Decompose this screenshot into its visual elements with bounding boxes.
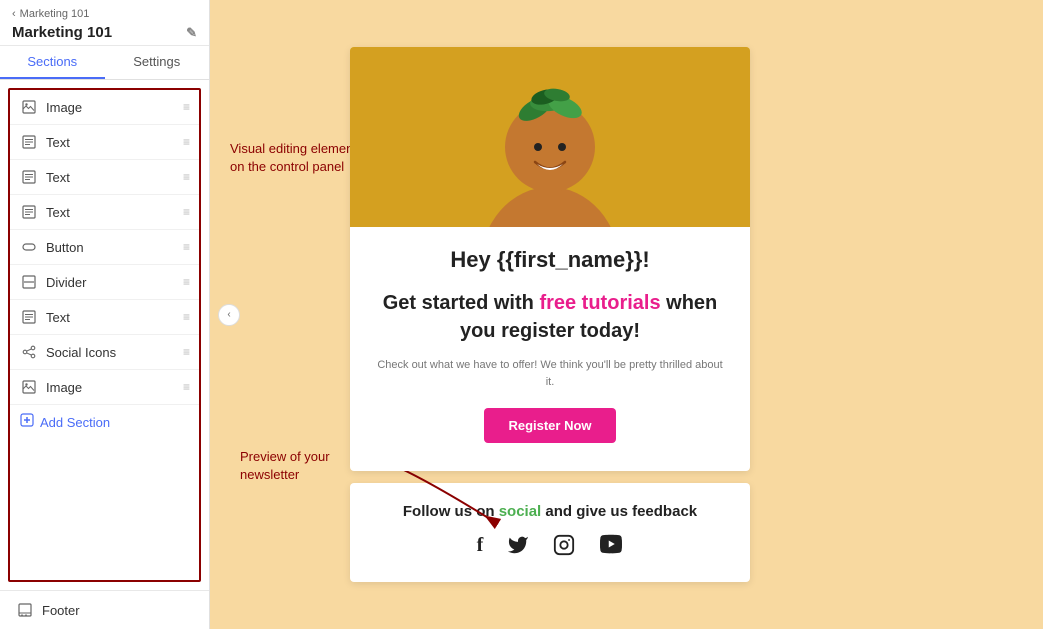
- section-label: Divider: [46, 275, 175, 290]
- section-label: Text: [46, 135, 175, 150]
- add-section-icon: [20, 413, 34, 431]
- footer-item[interactable]: Footer: [0, 590, 209, 629]
- sidebar: ‹ Marketing 101 Marketing 101 ✎ Sections…: [0, 0, 210, 629]
- image-icon: [20, 378, 38, 396]
- back-link-label: Marketing 101: [20, 8, 90, 20]
- drag-handle-icon[interactable]: ≡: [183, 205, 189, 219]
- sub-text: Check out what we have to offer! We thin…: [374, 357, 726, 390]
- add-section-label: Add Section: [40, 415, 110, 430]
- newsletter-content: Hey {{first_name}}! Get started with fre…: [350, 227, 750, 471]
- section-label: Text: [46, 170, 175, 185]
- back-link[interactable]: ‹ Marketing 101: [12, 8, 197, 20]
- section-label: Button: [46, 240, 175, 255]
- list-item[interactable]: Image ≡: [10, 90, 199, 125]
- list-item[interactable]: Text ≡: [10, 125, 199, 160]
- drag-handle-icon[interactable]: ≡: [183, 275, 189, 289]
- text-icon: [20, 133, 38, 151]
- register-now-button[interactable]: Register Now: [484, 408, 615, 443]
- image-icon: [20, 98, 38, 116]
- back-arrow-icon: ‹: [12, 8, 16, 20]
- twitter-icon[interactable]: [507, 534, 529, 562]
- list-item[interactable]: Text ≡: [10, 300, 199, 335]
- sidebar-title-text: Marketing 101: [12, 24, 112, 41]
- section-label: Text: [46, 310, 175, 325]
- sidebar-header: ‹ Marketing 101 Marketing 101 ✎: [0, 0, 209, 46]
- list-item[interactable]: Social Icons ≡: [10, 335, 199, 370]
- social-link-text[interactable]: social: [499, 503, 542, 520]
- divider-icon: [20, 273, 38, 291]
- section-label: Social Icons: [46, 345, 175, 360]
- collapse-sidebar-button[interactable]: ‹: [218, 304, 240, 326]
- drag-handle-icon[interactable]: ≡: [183, 240, 189, 254]
- text-icon: [20, 168, 38, 186]
- greeting-text: Hey {{first_name}}!: [374, 247, 726, 273]
- youtube-icon[interactable]: [599, 534, 623, 562]
- tab-sections[interactable]: Sections: [0, 46, 105, 79]
- text-icon: [20, 308, 38, 326]
- drag-handle-icon[interactable]: ≡: [183, 135, 189, 149]
- social-icon: [20, 343, 38, 361]
- text-icon: [20, 203, 38, 221]
- drag-handle-icon[interactable]: ≡: [183, 310, 189, 324]
- instagram-icon[interactable]: [553, 534, 575, 562]
- promo-text: Get started with free tutorials when you…: [374, 289, 726, 345]
- drag-handle-icon[interactable]: ≡: [183, 100, 189, 114]
- drag-handle-icon[interactable]: ≡: [183, 170, 189, 184]
- tab-settings[interactable]: Settings: [105, 46, 210, 79]
- button-icon: [20, 238, 38, 256]
- sidebar-tabs: Sections Settings: [0, 46, 209, 80]
- newsletter-preview: Hey {{first_name}}! Get started with fre…: [350, 47, 750, 471]
- section-label: Image: [46, 100, 175, 115]
- main-area: ‹ Visual editing elements on the control…: [210, 0, 1043, 629]
- follow-after: and give us feedback: [541, 503, 697, 520]
- facebook-icon[interactable]: f: [477, 534, 484, 562]
- add-section-button[interactable]: Add Section: [10, 405, 199, 439]
- list-item[interactable]: Image ≡: [10, 370, 199, 405]
- promo-highlight: free tutorials: [539, 292, 660, 314]
- edit-icon[interactable]: ✎: [186, 25, 197, 41]
- section-label: Image: [46, 380, 175, 395]
- drag-handle-icon[interactable]: ≡: [183, 345, 189, 359]
- list-item[interactable]: Text ≡: [10, 195, 199, 230]
- list-item[interactable]: Button ≡: [10, 230, 199, 265]
- annotation-text-1: Visual editing elements on the control p…: [230, 141, 363, 174]
- sidebar-title: Marketing 101 ✎: [12, 24, 197, 41]
- list-item[interactable]: Divider ≡: [10, 265, 199, 300]
- section-label: Text: [46, 205, 175, 220]
- footer-icon: [16, 601, 34, 619]
- promo-line1: Get started with: [383, 292, 540, 314]
- sections-box: Image ≡ Text ≡ Text ≡ Text ≡: [8, 88, 201, 582]
- newsletter-hero-image: [350, 47, 750, 227]
- annotation-text-2: Preview of your newsletter: [240, 449, 330, 482]
- social-icons-row: f: [374, 534, 726, 562]
- list-item[interactable]: Text ≡: [10, 160, 199, 195]
- footer-item-label: Footer: [42, 603, 80, 618]
- drag-handle-icon[interactable]: ≡: [183, 380, 189, 394]
